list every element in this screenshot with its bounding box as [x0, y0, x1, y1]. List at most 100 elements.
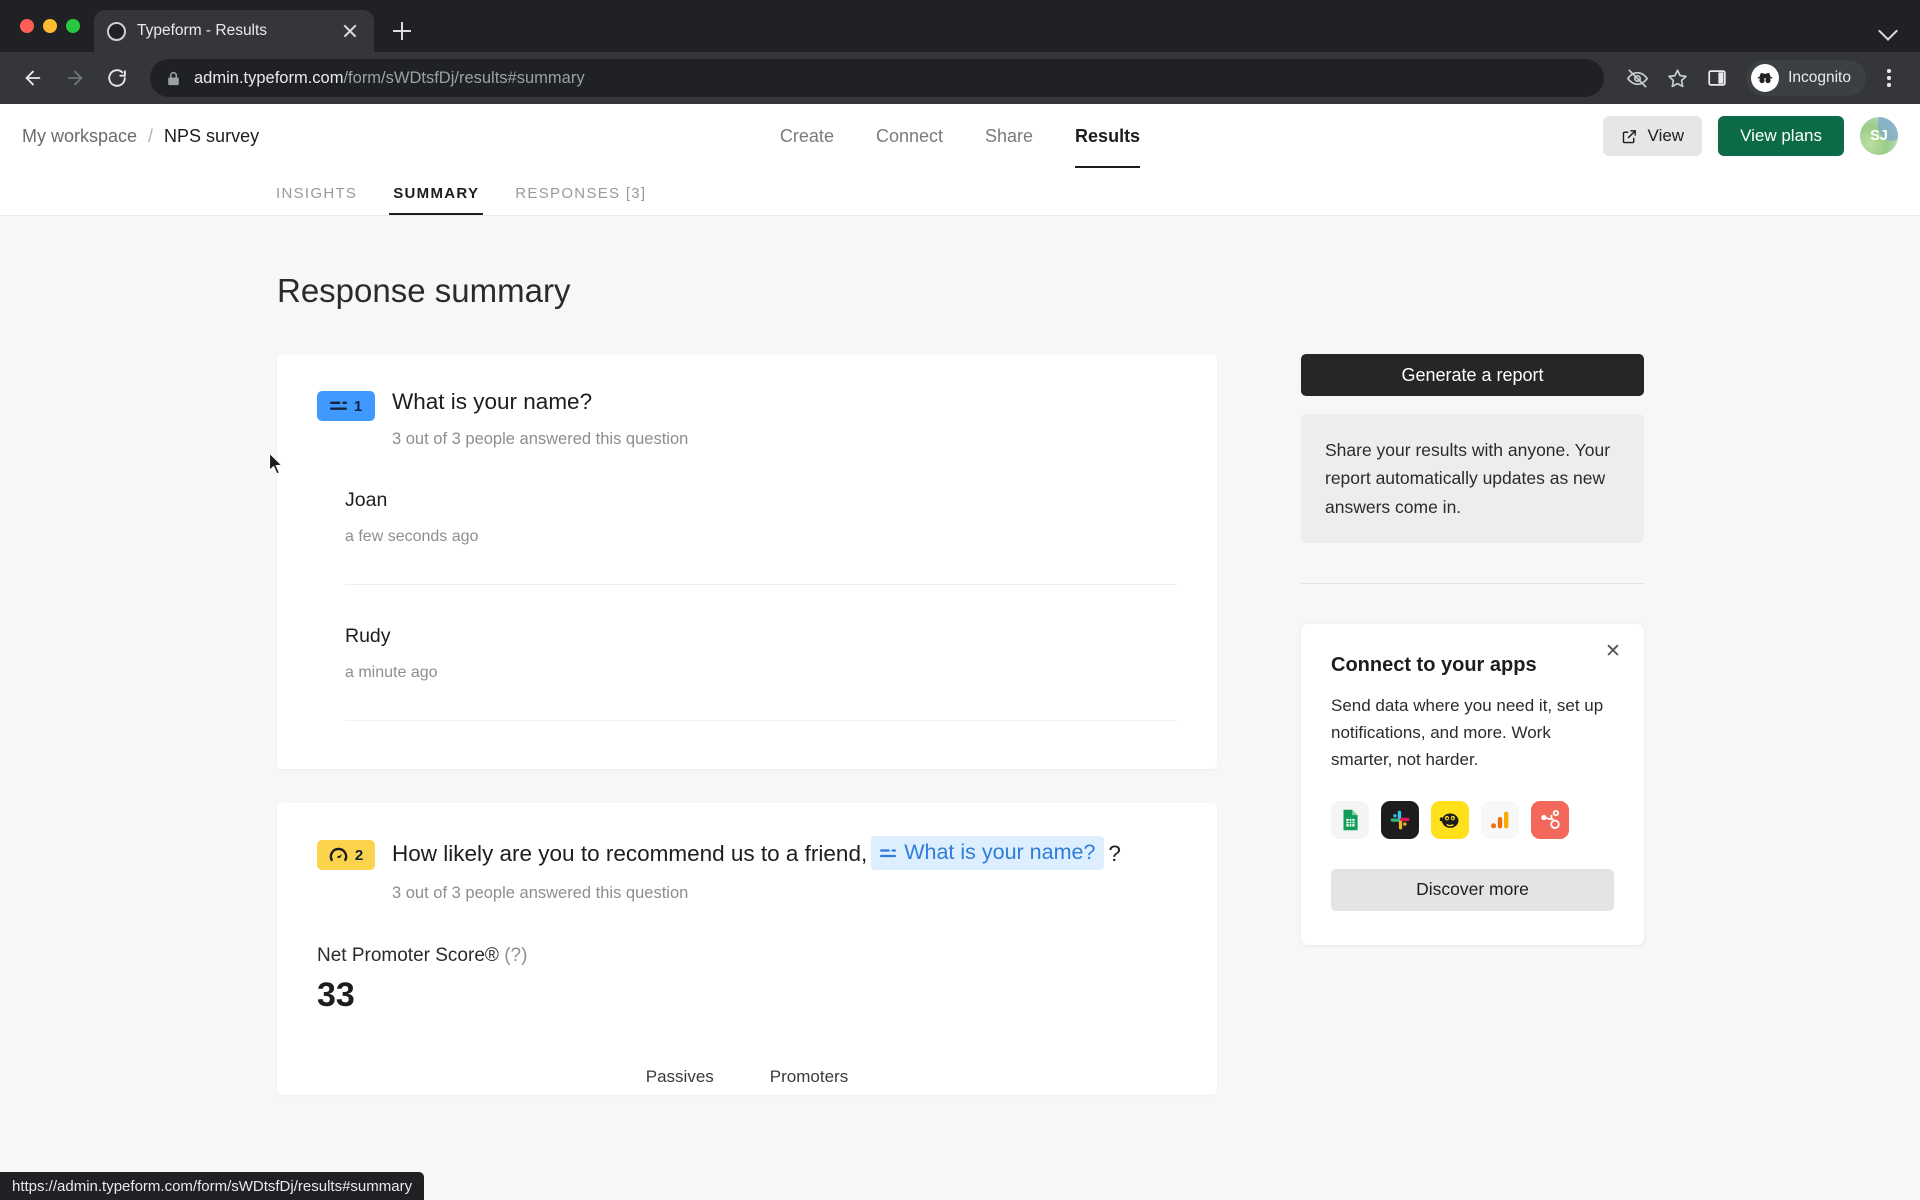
- nps-score-value: 33: [317, 976, 355, 1015]
- nps-label-text: Net Promoter Score®: [317, 945, 499, 967]
- recall-field-chip[interactable]: What is your name?: [871, 836, 1105, 871]
- tab-strip: Typeform - Results: [0, 0, 1920, 52]
- question-card: 1 What is your name? 3 out of 3 people a…: [277, 354, 1217, 770]
- nps-legend-promoters: Promoters: [769, 1067, 849, 1087]
- mailchimp-icon[interactable]: [1431, 800, 1469, 839]
- forward-icon[interactable]: [56, 59, 94, 97]
- lock-icon: [168, 71, 179, 85]
- connect-apps-description: Send data where you need it, set up noti…: [1331, 696, 1604, 770]
- question-title-wrap: How likely are you to recommend us to a …: [392, 836, 1177, 903]
- reload-icon[interactable]: [98, 59, 136, 97]
- answer-value: Rudy: [345, 625, 391, 648]
- tab-summary[interactable]: SUMMARY: [389, 185, 484, 215]
- url-host: admin.typeform.com: [194, 68, 344, 87]
- view-button-label: View: [1647, 126, 1685, 145]
- mouse-cursor: [268, 452, 284, 475]
- nps-block: Net Promoter Score® (?) 33 Passives Prom…: [277, 903, 1217, 1095]
- browser-tab[interactable]: Typeform - Results: [94, 10, 374, 52]
- star-icon[interactable]: [1658, 59, 1696, 97]
- url-text: admin.typeform.com/form/sWDtsfDj/results…: [194, 69, 585, 88]
- divider: [1301, 583, 1644, 585]
- question-header: 2 How likely are you to recommend us to …: [277, 836, 1217, 903]
- omnibox[interactable]: admin.typeform.com/form/sWDtsfDj/results…: [150, 59, 1605, 97]
- question-badge: 2: [317, 840, 375, 871]
- close-icon[interactable]: [339, 20, 361, 42]
- hubspot-icon[interactable]: [1531, 800, 1569, 839]
- results-subtabs: INSIGHTS SUMMARY RESPONSES [3]: [0, 168, 1920, 216]
- header-actions: View View plans SJ: [1602, 116, 1898, 156]
- incognito-indicator[interactable]: Incognito: [1746, 60, 1866, 96]
- list-item[interactable]: Joan a few seconds ago: [345, 449, 1177, 586]
- summary-column: 1 What is your name? 3 out of 3 people a…: [277, 354, 1217, 1129]
- slack-icon[interactable]: [1381, 800, 1419, 839]
- nav-item-connect[interactable]: Connect: [876, 104, 943, 168]
- maximize-window-button[interactable]: [66, 19, 80, 33]
- answer-timestamp: a few seconds ago: [345, 528, 479, 546]
- discover-more-button[interactable]: Discover more: [1331, 868, 1614, 911]
- view-plans-label: View plans: [1740, 126, 1822, 145]
- google-analytics-icon[interactable]: [1481, 800, 1519, 839]
- page-title: Response summary: [277, 272, 571, 309]
- question-card: 2 How likely are you to recommend us to …: [277, 803, 1217, 1096]
- nav-item-create[interactable]: Create: [780, 104, 834, 168]
- help-icon[interactable]: (?): [504, 945, 527, 966]
- recall-chip-label: What is your name?: [904, 840, 1096, 865]
- discover-more-label: Discover more: [1416, 879, 1529, 900]
- back-icon[interactable]: [14, 59, 52, 97]
- app-header: My workspace / NPS survey Create Connect…: [0, 104, 1920, 168]
- status-bar-url: https://admin.typeform.com/form/sWDtsfDj…: [0, 1172, 425, 1200]
- view-plans-button[interactable]: View plans: [1718, 116, 1844, 156]
- tab-responses[interactable]: RESPONSES [3]: [511, 185, 650, 215]
- incognito-label: Incognito: [1788, 69, 1851, 86]
- tab-title: Typeform - Results: [137, 22, 268, 39]
- loading-circle-icon: [107, 21, 126, 41]
- answer-value: Joan: [345, 489, 388, 512]
- generate-report-button[interactable]: Generate a report: [1301, 354, 1644, 396]
- connect-apps-card: ✕ Connect to your apps Send data where y…: [1301, 624, 1644, 945]
- window-controls: [14, 0, 94, 52]
- nps-legend: Passives Promoters: [317, 1067, 1177, 1095]
- toolbar-icons: Incognito: [1618, 59, 1906, 97]
- minimize-window-button[interactable]: [43, 19, 57, 33]
- short-text-icon: [880, 849, 897, 857]
- question-title: What is your name?: [392, 389, 593, 414]
- external-link-icon: [1622, 129, 1636, 143]
- nav-item-results[interactable]: Results: [1075, 104, 1141, 168]
- eye-off-icon[interactable]: [1618, 59, 1656, 97]
- avatar[interactable]: SJ: [1860, 117, 1898, 155]
- nps-legend-passives: Passives: [645, 1067, 714, 1087]
- close-icon[interactable]: ✕: [1602, 641, 1624, 663]
- browser-window: Typeform - Results admin.typeform.com/fo…: [0, 0, 1920, 1200]
- nav-item-share[interactable]: Share: [985, 104, 1033, 168]
- browser-toolbar: admin.typeform.com/form/sWDtsfDj/results…: [0, 52, 1920, 104]
- nps-gauge-icon: [329, 847, 348, 861]
- sidebar: Generate a report Share your results wit…: [1301, 354, 1644, 945]
- side-panel-icon[interactable]: [1698, 59, 1736, 97]
- page-viewport: My workspace / NPS survey Create Connect…: [0, 104, 1920, 1200]
- short-text-icon: [329, 401, 347, 410]
- content-row: 1 What is your name? 3 out of 3 people a…: [0, 354, 1920, 1129]
- answers-list: Joan a few seconds ago Rudy a minute ago: [277, 449, 1217, 722]
- share-results-note: Share your results with anyone. Your rep…: [1301, 414, 1644, 544]
- question-number: 1: [353, 397, 363, 415]
- tab-insights[interactable]: INSIGHTS: [272, 185, 361, 215]
- answer-timestamp: a minute ago: [345, 664, 438, 682]
- nps-label: Net Promoter Score® (?): [317, 945, 1177, 967]
- incognito-icon: [1751, 64, 1780, 92]
- question-number: 2: [354, 846, 364, 864]
- view-button[interactable]: View: [1602, 116, 1703, 156]
- avatar-initials: SJ: [1870, 128, 1888, 144]
- chevron-down-icon[interactable]: [1878, 20, 1898, 40]
- question-title-before: How likely are you to recommend us to a …: [392, 840, 868, 866]
- question-answered-count: 3 out of 3 people answered this question: [392, 884, 689, 903]
- kebab-menu-icon[interactable]: [1872, 59, 1906, 97]
- connect-apps-icons: [1331, 800, 1614, 839]
- new-tab-button[interactable]: [384, 13, 420, 49]
- question-header: 1 What is your name? 3 out of 3 people a…: [277, 387, 1217, 449]
- close-window-button[interactable]: [20, 19, 34, 33]
- page-body: Response summary 1 What is your name? 3 …: [0, 216, 1920, 1129]
- list-item[interactable]: Rudy a minute ago: [345, 585, 1177, 722]
- google-sheets-icon[interactable]: [1331, 800, 1369, 839]
- question-title: How likely are you to recommend us to a …: [392, 836, 1177, 871]
- generate-report-label: Generate a report: [1401, 364, 1544, 385]
